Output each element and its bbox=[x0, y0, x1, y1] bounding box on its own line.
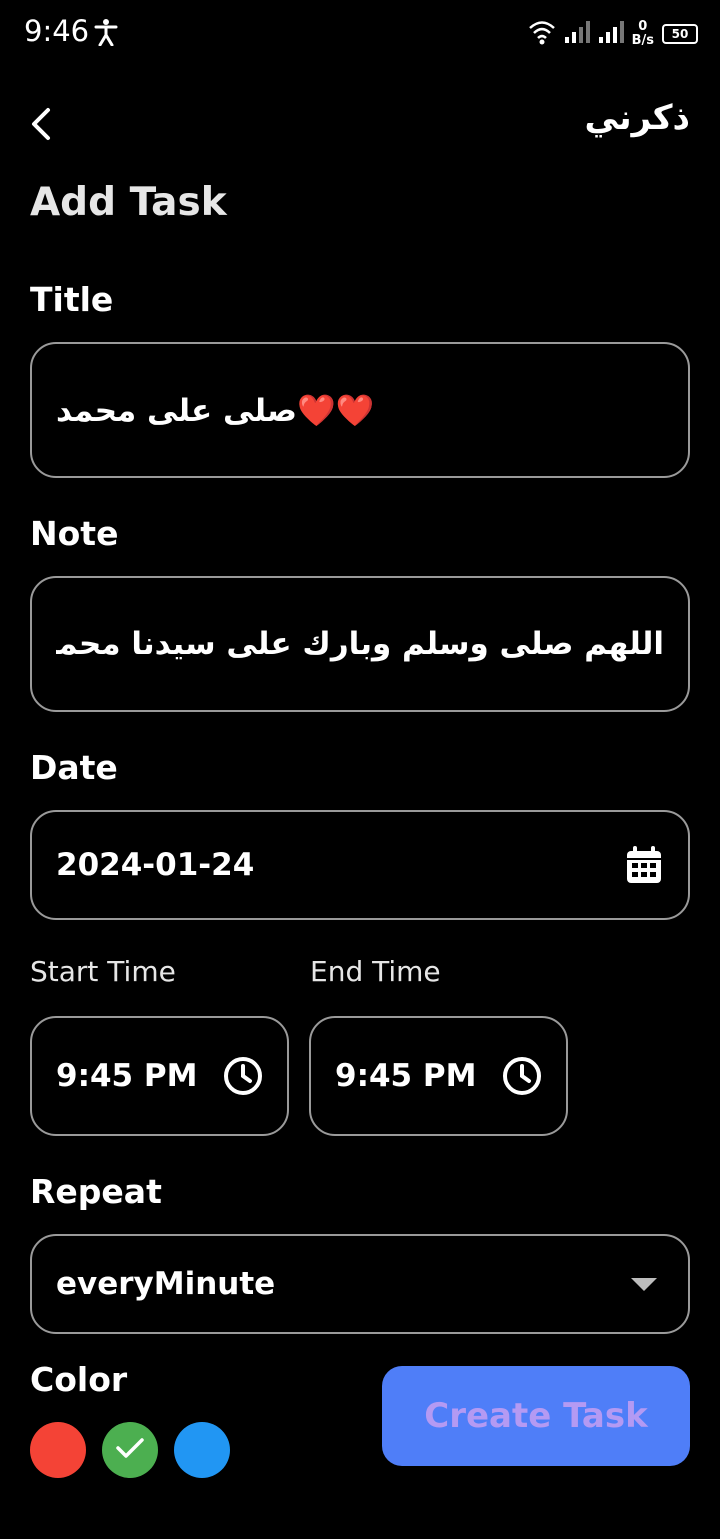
note-label: Note bbox=[30, 514, 119, 553]
network-speed-value: 0 bbox=[638, 19, 648, 34]
dropdown-arrow-icon[interactable] bbox=[624, 1264, 664, 1304]
end-time-value: 9:45 PM bbox=[335, 1058, 477, 1094]
end-time-label: End Time bbox=[310, 955, 441, 988]
network-speed: 0 B/s bbox=[632, 20, 654, 48]
repeat-label: Repeat bbox=[30, 1172, 162, 1211]
wifi-icon bbox=[528, 19, 556, 49]
status-time: 9:46 bbox=[24, 14, 90, 48]
check-icon bbox=[115, 1436, 145, 1464]
clock-icon[interactable] bbox=[223, 1056, 263, 1096]
accessibility-icon bbox=[94, 18, 118, 47]
start-time-value: 9:45 PM bbox=[56, 1058, 198, 1094]
start-time-field[interactable]: 9:45 PM bbox=[30, 1016, 289, 1136]
network-speed-unit: B/s bbox=[631, 33, 654, 48]
note-input[interactable]: اللهم صلى وسلم وبارك على سيدنا محمد bbox=[30, 576, 690, 712]
color-option-red[interactable] bbox=[30, 1422, 86, 1478]
signal-icon bbox=[564, 21, 590, 47]
repeat-value: everyMinute bbox=[56, 1266, 276, 1302]
title-input[interactable]: ❤️❤️صلى على محمد bbox=[30, 342, 690, 478]
page-title: Add Task bbox=[30, 180, 227, 225]
calendar-icon[interactable] bbox=[624, 845, 664, 885]
color-label: Color bbox=[30, 1360, 128, 1399]
create-task-button[interactable]: Create Task bbox=[382, 1366, 690, 1466]
color-option-green[interactable] bbox=[102, 1422, 158, 1478]
date-field[interactable]: 2024-01-24 bbox=[30, 810, 690, 920]
clock-icon[interactable] bbox=[502, 1056, 542, 1096]
start-time-label: Start Time bbox=[30, 955, 176, 988]
signal-icon bbox=[598, 21, 624, 47]
date-value: 2024-01-24 bbox=[56, 847, 255, 883]
date-label: Date bbox=[30, 748, 118, 787]
title-label: Title bbox=[30, 280, 114, 319]
title-value: ❤️❤️صلى على محمد bbox=[56, 392, 375, 429]
end-time-field[interactable]: 9:45 PM bbox=[309, 1016, 568, 1136]
battery-icon: 50 bbox=[662, 24, 698, 44]
app-title: ذكرني bbox=[584, 98, 690, 138]
back-icon[interactable] bbox=[26, 106, 56, 142]
note-value: اللهم صلى وسلم وبارك على سيدنا محمد bbox=[56, 626, 664, 662]
repeat-select[interactable]: everyMinute bbox=[30, 1234, 690, 1334]
color-option-blue[interactable] bbox=[174, 1422, 230, 1478]
status-icons: 0 B/s 50 bbox=[528, 14, 698, 54]
